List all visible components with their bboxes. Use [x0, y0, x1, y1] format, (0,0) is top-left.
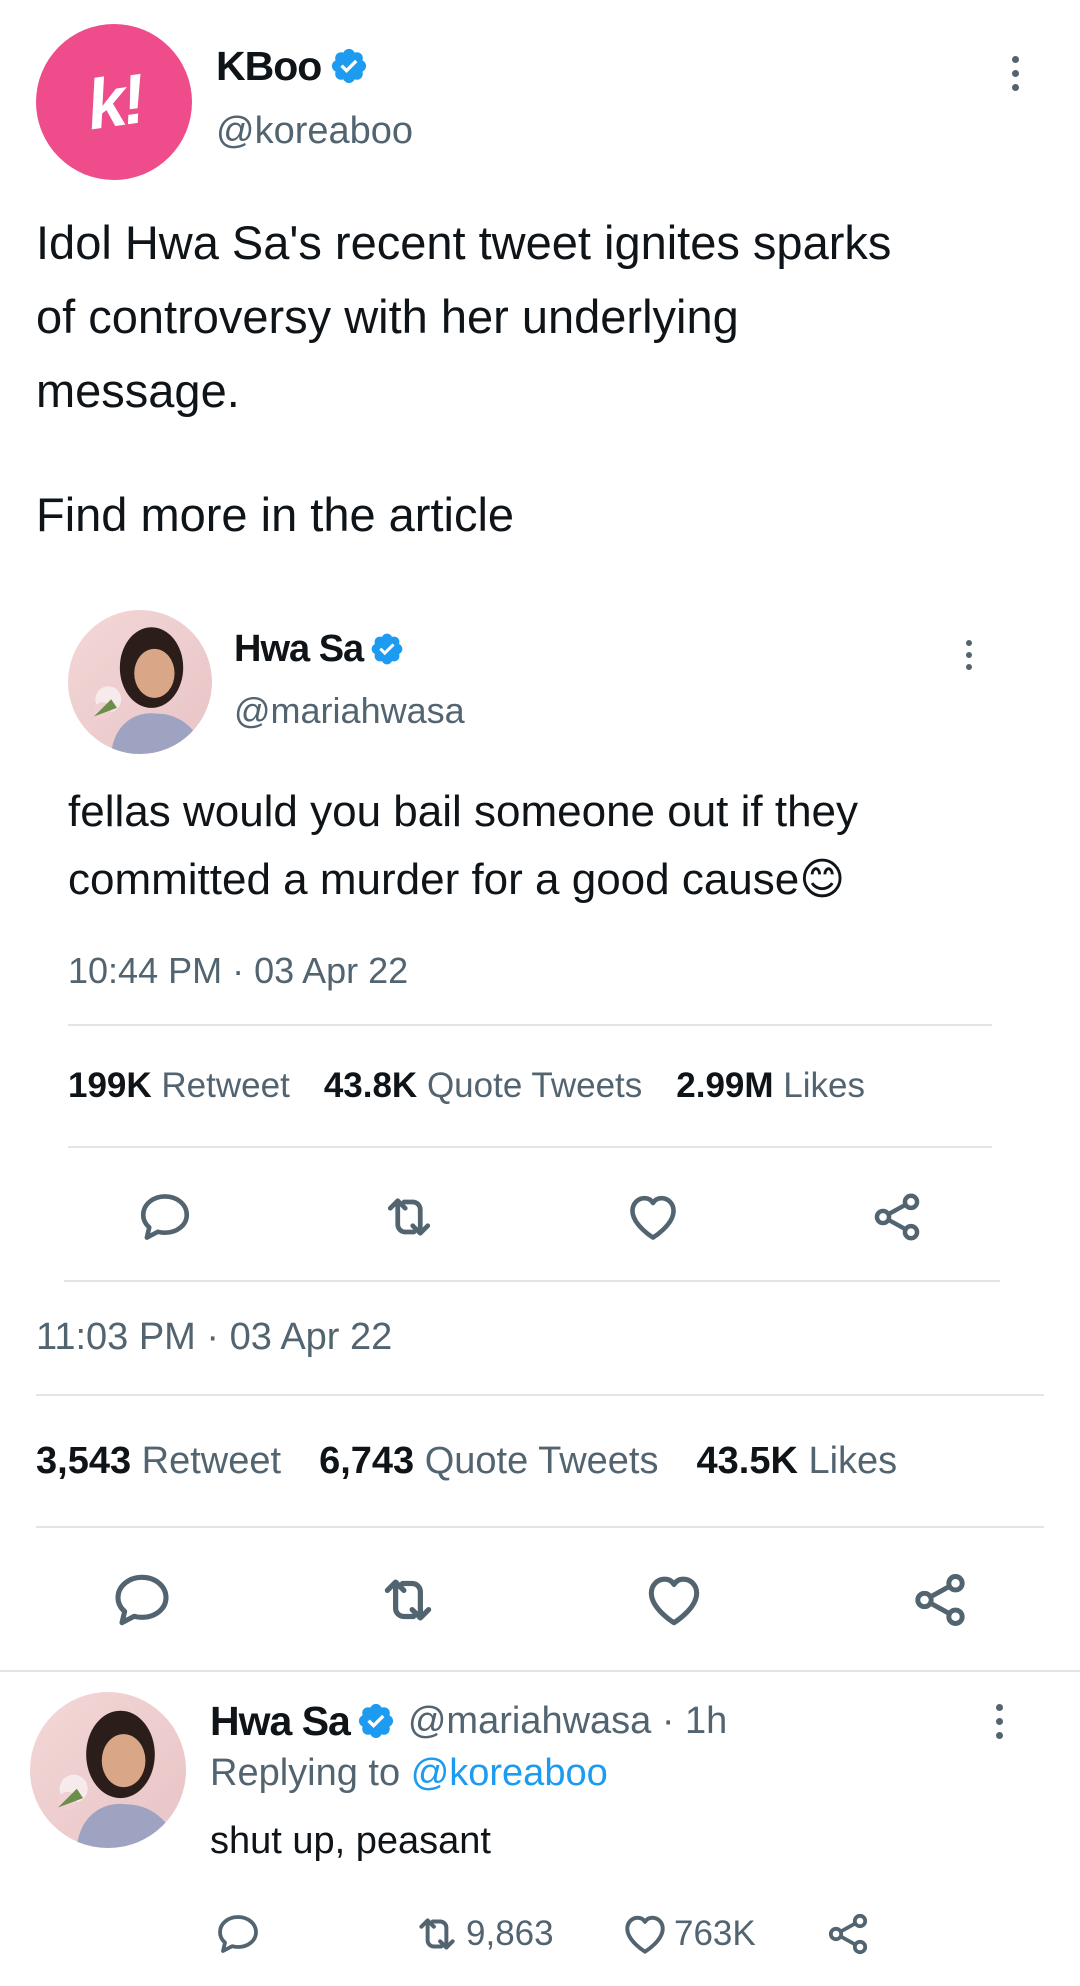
- verified-badge-icon: [356, 1701, 396, 1741]
- quoted-retweet-stat[interactable]: 199K Retweet: [68, 1066, 290, 1106]
- like-icon[interactable]: [640, 1566, 708, 1634]
- divider: [36, 1394, 1044, 1396]
- outer-timestamp[interactable]: 11:03 PM · 03 Apr 22: [36, 1316, 392, 1359]
- quoted-quote-stat[interactable]: 43.8K Quote Tweets: [324, 1066, 642, 1106]
- quoted-text-fragment: committed a murder for a good cause: [68, 855, 800, 904]
- replying-to-link[interactable]: @koreaboo: [411, 1752, 608, 1794]
- verified-badge-icon: [369, 631, 405, 667]
- quoted-handle[interactable]: @mariahwasa: [234, 690, 465, 732]
- stat-number: 6,743: [319, 1440, 415, 1482]
- outer-author-row: KBoo: [216, 38, 369, 94]
- share-icon[interactable]: [906, 1566, 974, 1634]
- quoted-text-line: fellas would you bail someone out if the…: [68, 787, 859, 836]
- reply-avatar[interactable]: [30, 1692, 186, 1848]
- quoted-likes-stat[interactable]: 2.99M Likes: [676, 1066, 865, 1106]
- avatar-photo: [30, 1692, 186, 1848]
- outer-quote-stat[interactable]: 6,743 Quote Tweets: [319, 1440, 658, 1483]
- stat-label: Likes: [808, 1440, 898, 1482]
- outer-text-line: Find more in the article: [36, 488, 515, 541]
- quoted-author-row: Hwa Sa: [234, 624, 405, 674]
- stat-label: Retweet: [141, 1440, 282, 1482]
- quoted-timestamp[interactable]: 10:44 PM · 03 Apr 22: [68, 950, 408, 992]
- divider: [0, 1670, 1080, 1672]
- stat-number: 199K: [68, 1066, 152, 1105]
- retweet-icon: [412, 1909, 462, 1959]
- reply-author-row: Hwa Sa @mariahwasa · 1h: [210, 1696, 727, 1746]
- smiling-emoji: 😊: [799, 855, 846, 904]
- more-options-icon[interactable]: [1008, 56, 1022, 91]
- quoted-display-name[interactable]: Hwa Sa: [234, 628, 364, 671]
- outer-text-line: message.: [36, 364, 240, 417]
- reply-icon[interactable]: [212, 1908, 264, 1960]
- avatar-photo: [68, 610, 212, 754]
- share-icon[interactable]: [822, 1908, 874, 1960]
- stat-number: 43.5K: [696, 1440, 798, 1482]
- reply-display-name[interactable]: Hwa Sa: [210, 1698, 351, 1745]
- stat-label: Retweet: [161, 1066, 290, 1105]
- outer-likes-stat[interactable]: 43.5K Likes: [697, 1440, 898, 1483]
- reply-retweet-button[interactable]: 9,863: [412, 1908, 554, 1960]
- replying-prefix: Replying to: [210, 1752, 401, 1794]
- quoted-avatar[interactable]: [68, 610, 212, 754]
- reply-icon[interactable]: [134, 1186, 196, 1248]
- stat-label: Quote Tweets: [424, 1440, 659, 1482]
- share-icon[interactable]: [866, 1186, 928, 1248]
- retweet-icon[interactable]: [378, 1186, 440, 1248]
- stat-number: 3,543: [36, 1440, 132, 1482]
- retweet-count: 9,863: [466, 1914, 554, 1953]
- stat-number: 2.99M: [676, 1066, 774, 1105]
- kboo-logo-text: k!: [81, 59, 147, 145]
- reply-handle-time[interactable]: @mariahwasa · 1h: [408, 1700, 727, 1743]
- outer-handle[interactable]: @koreaboo: [216, 110, 413, 153]
- outer-stats-row: 3,543 Retweet 6,743 Quote Tweets 43.5K L…: [36, 1440, 897, 1483]
- divider: [68, 1146, 992, 1148]
- verified-badge-icon: [329, 46, 369, 86]
- outer-tweet-text: Idol Hwa Sa's recent tweet ignites spark…: [36, 206, 1046, 552]
- stat-number: 43.8K: [323, 1066, 418, 1105]
- more-options-icon[interactable]: [962, 640, 976, 670]
- reply-like-button[interactable]: 763K: [620, 1908, 756, 1960]
- quoted-stats-row: 199K Retweet 43.8K Quote Tweets 2.99M Li…: [68, 1066, 865, 1106]
- outer-display-name[interactable]: KBoo: [216, 43, 322, 90]
- outer-retweet-stat[interactable]: 3,543 Retweet: [36, 1440, 281, 1483]
- quoted-tweet-text: fellas would you bail someone out if the…: [68, 778, 1008, 914]
- like-icon[interactable]: [622, 1186, 684, 1248]
- like-count: 763K: [674, 1914, 756, 1953]
- more-options-icon[interactable]: [992, 1704, 1006, 1739]
- stat-label: Quote Tweets: [426, 1066, 643, 1105]
- retweet-icon[interactable]: [374, 1566, 442, 1634]
- outer-text-line: Idol Hwa Sa's recent tweet ignites spark…: [36, 216, 892, 269]
- divider: [36, 1526, 1044, 1528]
- like-icon: [620, 1909, 670, 1959]
- outer-text-line: of controversy with her underlying: [36, 290, 739, 343]
- divider: [68, 1024, 992, 1026]
- reply-text: shut up, peasant: [210, 1820, 491, 1862]
- replying-to-line: Replying to @koreaboo: [210, 1752, 608, 1795]
- reply-icon[interactable]: [108, 1566, 176, 1634]
- stat-label: Likes: [783, 1066, 866, 1105]
- kboo-avatar[interactable]: k!: [36, 24, 192, 180]
- divider: [64, 1280, 1000, 1282]
- quoted-text-line: committed a murder for a good cause😊: [68, 846, 1008, 914]
